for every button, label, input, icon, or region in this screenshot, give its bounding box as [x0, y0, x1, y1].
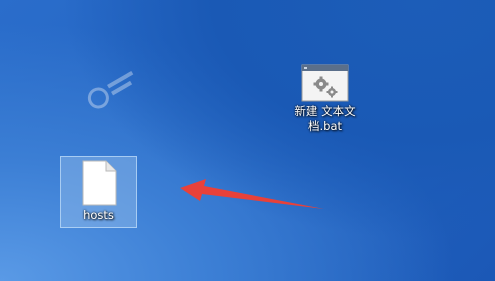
hosts-file-label: hosts: [83, 208, 114, 222]
blank-document-icon: [82, 160, 116, 206]
desktop-icon-bat-file[interactable]: 新建 文本文 档.bat: [286, 60, 364, 134]
batch-file-gear-icon: [301, 64, 349, 102]
desktop-icon-hosts-file[interactable]: hosts: [60, 156, 137, 228]
desktop[interactable]: 新建 文本文 档.bat hosts: [0, 0, 495, 281]
bat-file-label-line2: 档.bat: [307, 119, 342, 133]
bat-file-label-line1: 新建 文本文: [294, 104, 356, 118]
watermark-logo-icon: [87, 70, 134, 109]
red-arrow-icon: [180, 179, 324, 209]
